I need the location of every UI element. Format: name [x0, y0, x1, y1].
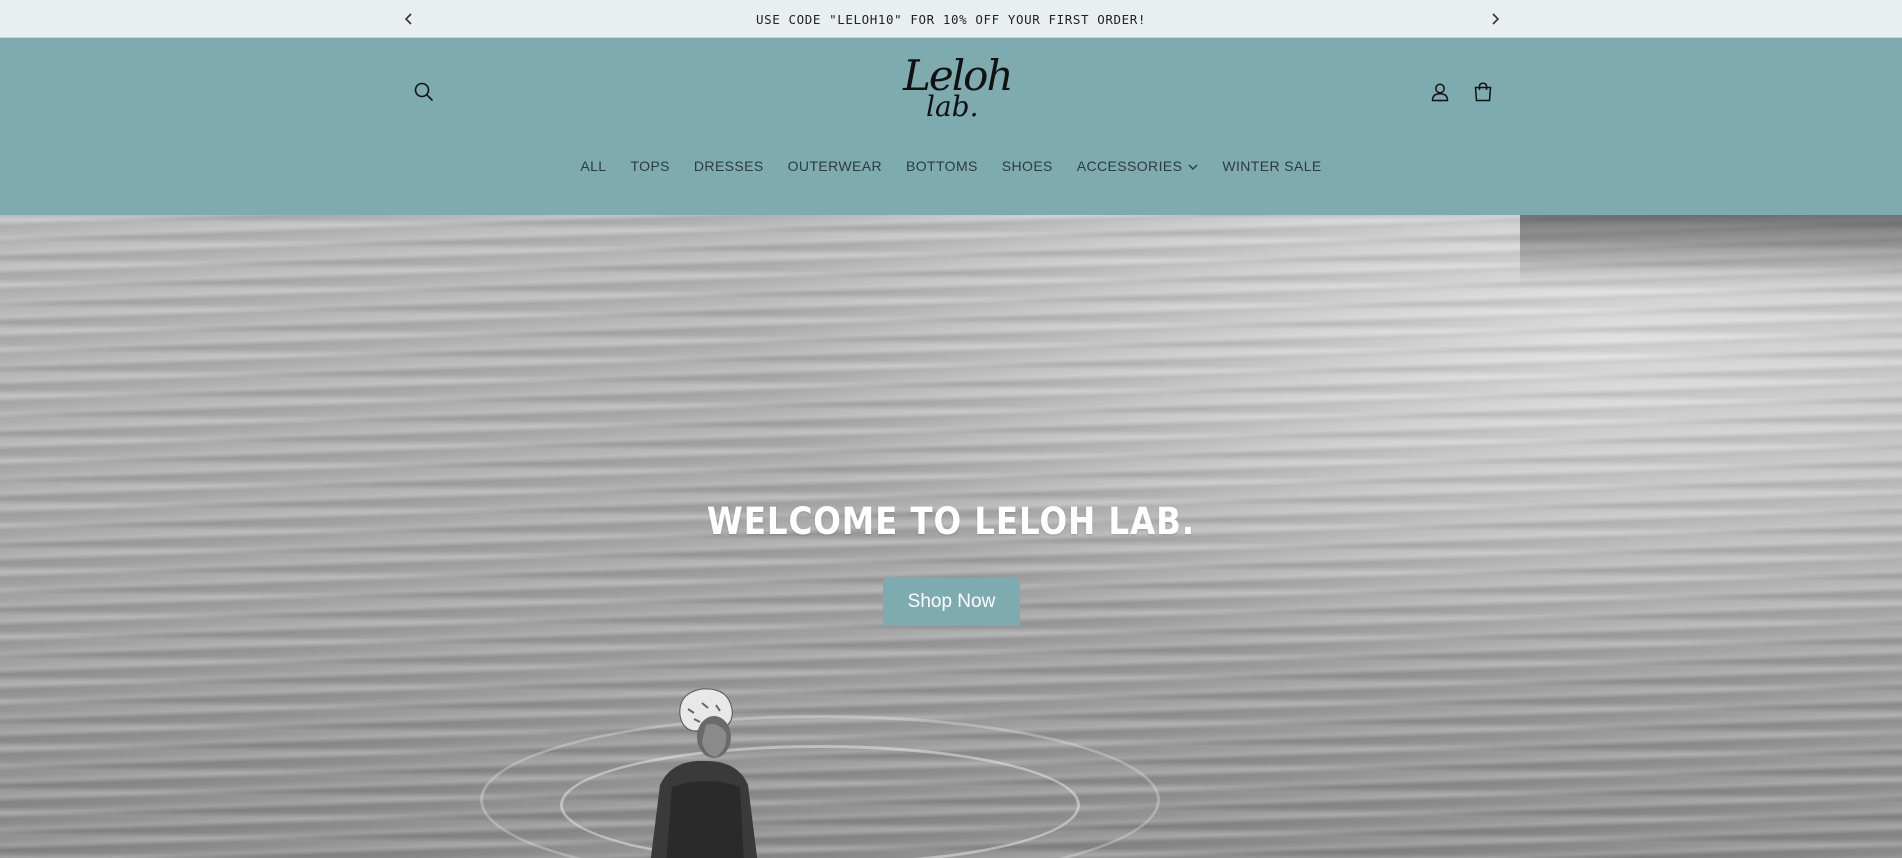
nav-item-accessories[interactable]: ACCESSORIES	[1065, 156, 1211, 176]
announcement-bar: USE CODE "LELOH10" FOR 10% OFF YOUR FIRS…	[0, 0, 1902, 38]
site-logo[interactable]: Leloh lab.	[895, 52, 1014, 128]
nav-item-dresses[interactable]: DRESSES	[682, 156, 776, 176]
site-header: Leloh lab. ALL TOPS DRESSES OUTERWEAR BO…	[0, 38, 1902, 215]
shop-now-button[interactable]: Shop Now	[883, 578, 1020, 626]
account-icon[interactable]	[1425, 77, 1455, 107]
logo-line-2: lab.	[926, 90, 979, 123]
nav-item-outerwear[interactable]: OUTERWEAR	[776, 156, 894, 176]
chevron-right-icon[interactable]	[1485, 9, 1505, 29]
chevron-down-icon	[1188, 156, 1198, 176]
search-icon[interactable]	[409, 77, 439, 107]
main-nav: ALL TOPS DRESSES OUTERWEAR BOTTOMS SHOES…	[0, 154, 1902, 178]
announcement-text: USE CODE "LELOH10" FOR 10% OFF YOUR FIRS…	[755, 11, 1147, 27]
hero-banner: WELCOME TO LELOH LAB. Shop Now	[0, 215, 1902, 858]
nav-item-shoes[interactable]: SHOES	[990, 156, 1065, 176]
water-shadow	[1520, 215, 1902, 285]
nav-item-all[interactable]: ALL	[568, 156, 618, 176]
water-ripple	[480, 715, 1160, 858]
swimmer-image	[650, 688, 758, 858]
hero-title: WELCOME TO LELOH LAB.	[706, 500, 1196, 543]
nav-item-winter-sale[interactable]: WINTER SALE	[1210, 156, 1333, 176]
cart-icon[interactable]	[1468, 77, 1498, 107]
nav-item-tops[interactable]: TOPS	[618, 156, 681, 176]
nav-item-bottoms[interactable]: BOTTOMS	[894, 156, 990, 176]
